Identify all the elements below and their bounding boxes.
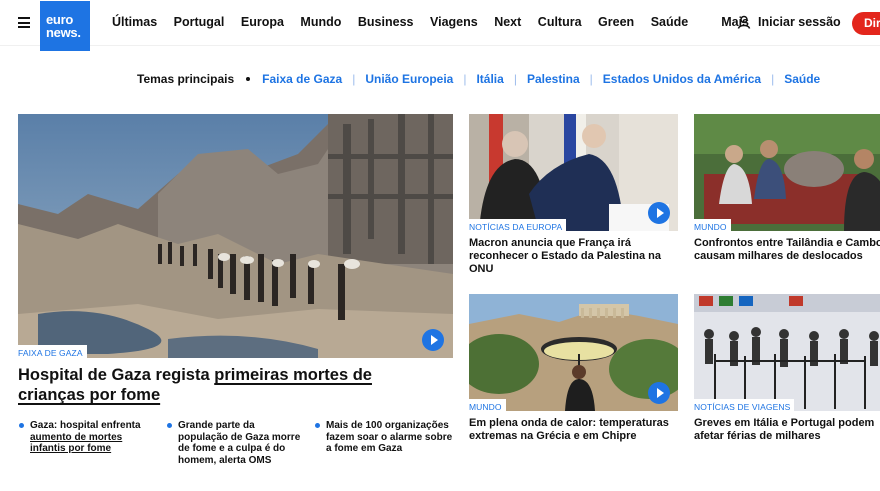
acropolis-heat-photo bbox=[469, 294, 678, 411]
topics-dot bbox=[246, 77, 251, 81]
gaza-rubble-photo bbox=[18, 114, 453, 358]
bullet-icon bbox=[167, 423, 172, 428]
card-headline-macron[interactable]: Macron anuncia que França irá reconhecer… bbox=[469, 237, 669, 276]
nav-cultura[interactable]: Cultura bbox=[538, 15, 582, 29]
euronews-logo[interactable]: euro news. bbox=[40, 1, 90, 51]
bullet-icon bbox=[19, 423, 24, 428]
nav-europa[interactable]: Europa bbox=[241, 15, 284, 29]
nav-saude[interactable]: Saúde bbox=[651, 15, 689, 29]
nav-viagens[interactable]: Viagens bbox=[430, 15, 478, 29]
main-story-headline[interactable]: Hospital de Gaza regista primeiras morte… bbox=[18, 365, 418, 405]
related-link-2[interactable]: Grande parte da população de Gaza morre … bbox=[167, 420, 303, 466]
nav-green[interactable]: Green bbox=[598, 15, 634, 29]
topic-separator: | bbox=[771, 72, 775, 86]
topic-palestina[interactable]: Palestina bbox=[527, 72, 580, 86]
nav-mundo[interactable]: Mundo bbox=[300, 15, 341, 29]
card-image-greves[interactable]: NOTÍCIAS DE VIAGENS bbox=[694, 294, 880, 411]
nav-business[interactable]: Business bbox=[358, 15, 414, 29]
card-image-tailandia[interactable]: MUNDO bbox=[694, 114, 880, 231]
site-header: euro news. Últimas Portugal Europa Mundo… bbox=[0, 0, 880, 51]
topic-separator: | bbox=[463, 72, 467, 86]
topics-label: Temas principais bbox=[137, 72, 235, 86]
card-headline-calor[interactable]: Em plena onda de calor: temperaturas ext… bbox=[469, 417, 669, 443]
topic-ue[interactable]: União Europeia bbox=[365, 72, 453, 86]
airport-queue-photo bbox=[694, 294, 880, 411]
related-link-3[interactable]: Mais de 100 organizações fazem soar o al… bbox=[315, 420, 456, 455]
nav-next[interactable]: Next bbox=[494, 15, 521, 29]
card-tag[interactable]: MUNDO bbox=[469, 399, 506, 411]
card-headline-tailandia[interactable]: Confrontos entre Tailândia e Camboja cau… bbox=[694, 237, 880, 263]
bullet-icon bbox=[315, 423, 320, 428]
main-story-tag[interactable]: FAIXA DE GAZA bbox=[18, 345, 87, 358]
topic-separator: | bbox=[589, 72, 593, 86]
card-image-calor[interactable]: MUNDO bbox=[469, 294, 678, 411]
topic-separator: | bbox=[513, 72, 517, 86]
topic-saude[interactable]: Saúde bbox=[784, 72, 820, 86]
macron-abbas-photo bbox=[469, 114, 678, 231]
card-image-macron[interactable]: NOTÍCIAS DA EUROPA bbox=[469, 114, 678, 231]
card-tag[interactable]: NOTÍCIAS DA EUROPA bbox=[469, 219, 567, 231]
refugees-photo bbox=[694, 114, 880, 231]
login-button[interactable]: Iniciar sessão bbox=[737, 15, 841, 29]
topic-separator: | bbox=[352, 72, 356, 86]
play-video-icon[interactable] bbox=[422, 329, 444, 351]
menu-icon[interactable] bbox=[18, 17, 30, 28]
topic-eua[interactable]: Estados Unidos da América bbox=[603, 72, 761, 86]
main-story-image[interactable]: FAIXA DE GAZA bbox=[18, 114, 453, 358]
nav-ultimas[interactable]: Últimas bbox=[112, 15, 157, 29]
play-video-icon[interactable] bbox=[648, 202, 670, 224]
card-headline-greves[interactable]: Greves em Itália e Portugal podem afetar… bbox=[694, 417, 880, 443]
nav-portugal[interactable]: Portugal bbox=[174, 15, 225, 29]
topics-bar: Temas principais Faixa de Gaza | União E… bbox=[137, 72, 820, 86]
main-nav: Últimas Portugal Europa Mundo Business V… bbox=[112, 15, 766, 29]
topic-italia[interactable]: Itália bbox=[476, 72, 503, 86]
card-tag[interactable]: NOTÍCIAS DE VIAGENS bbox=[694, 399, 795, 411]
play-video-icon[interactable] bbox=[648, 382, 670, 404]
related-link-1[interactable]: Gaza: hospital enfrenta aumento de morte… bbox=[19, 420, 150, 455]
topic-gaza[interactable]: Faixa de Gaza bbox=[262, 72, 342, 86]
card-tag[interactable]: MUNDO bbox=[694, 219, 731, 231]
user-icon bbox=[737, 15, 751, 29]
live-button[interactable]: Dire bbox=[852, 12, 880, 35]
